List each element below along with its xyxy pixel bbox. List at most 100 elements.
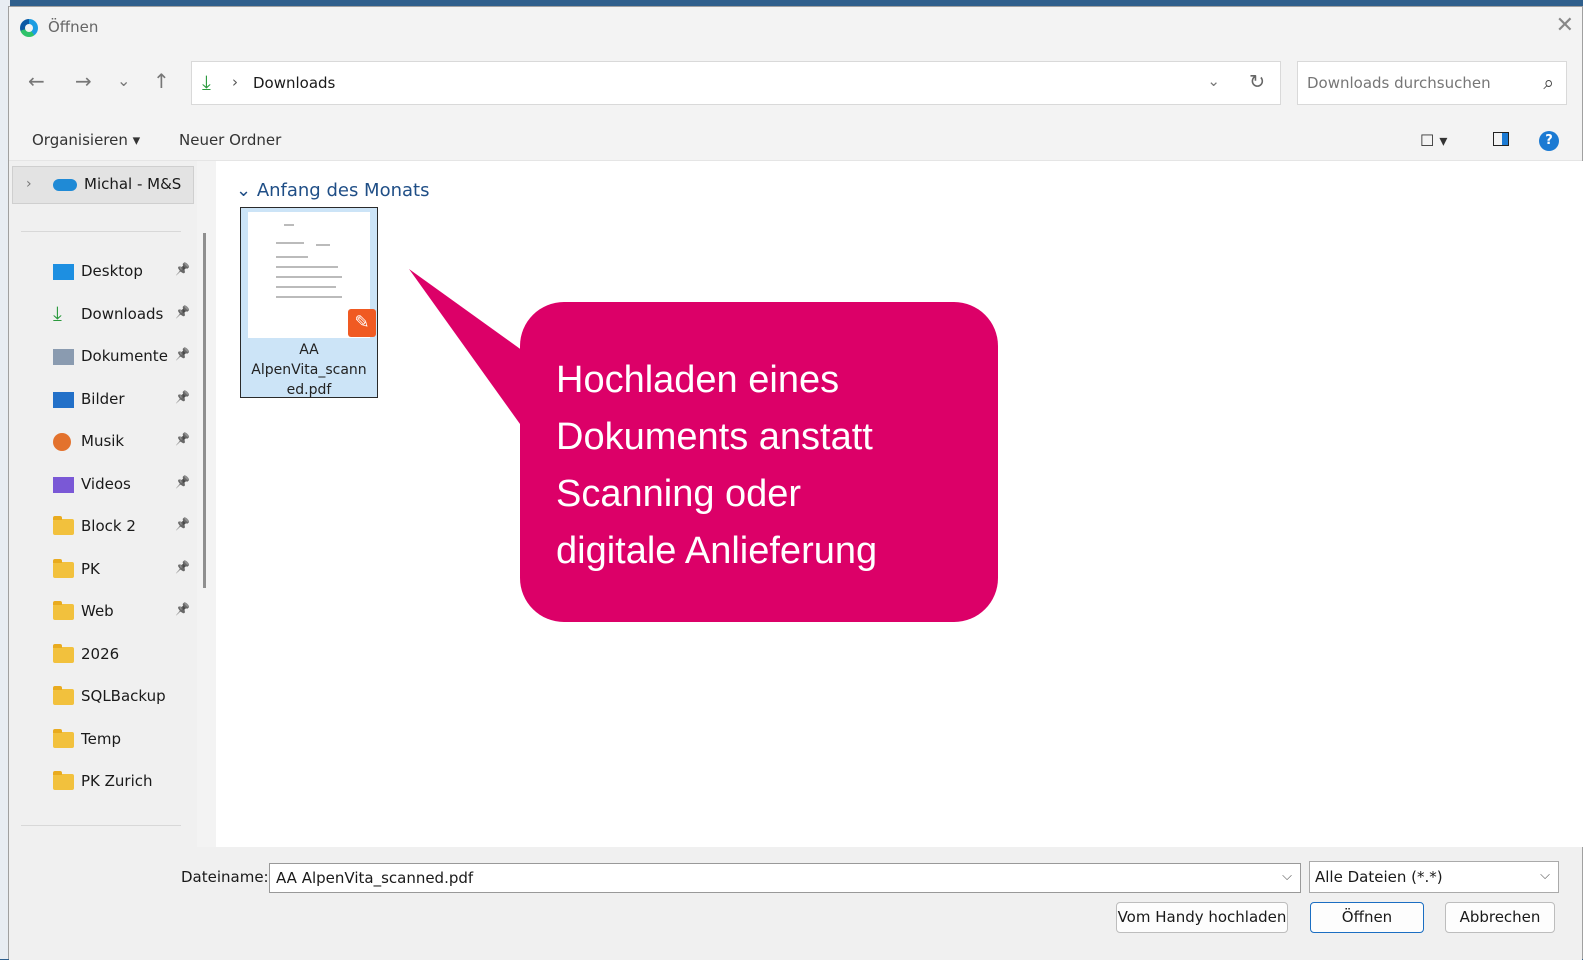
title-bar: Öffnen ✕	[9, 7, 1582, 47]
folder-icon	[53, 728, 74, 748]
sidebar-item-2026[interactable]: 2026	[9, 635, 197, 675]
forward-arrow-icon[interactable]: →	[75, 69, 92, 93]
sidebar-item-pk-zurich[interactable]: PK Zurich	[9, 762, 197, 802]
cancel-button[interactable]: Abbrechen	[1445, 902, 1555, 933]
sidebar-item-label: Block 2	[81, 517, 136, 535]
pin-icon[interactable]: 📌	[175, 305, 190, 319]
pin-icon[interactable]: 📌	[175, 517, 190, 531]
folder-icon	[53, 643, 74, 663]
sidebar-item-label: Web	[81, 602, 114, 620]
sidebar-item-label: Desktop	[81, 262, 143, 280]
file-type-select[interactable]: Alle Dateien (*.*) ⌵	[1309, 861, 1559, 893]
address-bar[interactable]: ⤓ › Downloads ⌄ ↻	[191, 61, 1281, 105]
sidebar-item-label: Michal - M&S	[84, 175, 182, 193]
open-button[interactable]: Öffnen	[1310, 902, 1424, 933]
command-bar: Organisieren ▾ Neuer Ordner ☐ ▾ ?	[9, 119, 1582, 161]
sidebar-scrollbar[interactable]	[203, 233, 206, 588]
filename-value: AA AlpenVita_scanned.pdf	[276, 869, 474, 887]
window-title: Öffnen	[48, 18, 99, 36]
sidebar-divider	[21, 825, 181, 826]
new-folder-button[interactable]: Neuer Ordner	[179, 131, 281, 149]
sidebar-item-onedrive[interactable]: › Michal - M&S	[12, 166, 194, 204]
sidebar-item-label: Temp	[81, 729, 121, 748]
videos-icon	[53, 476, 74, 493]
breadcrumb-downloads[interactable]: Downloads	[253, 74, 335, 92]
sidebar-item-desktop[interactable]: Desktop 📌	[9, 252, 197, 292]
callout-line: Scanning oder	[556, 473, 802, 515]
callout-pointer	[409, 269, 530, 438]
sidebar-item-videos[interactable]: Videos 📌	[9, 465, 197, 505]
annotation-callout: Hochladen eines Dokuments anstatt Scanni…	[520, 302, 998, 622]
folder-icon	[53, 516, 74, 535]
folder-shortcut-icon	[53, 558, 74, 578]
download-icon: ⤓	[53, 300, 62, 325]
address-history-chevron-icon[interactable]: ⌄	[1207, 72, 1220, 90]
chevron-down-icon[interactable]: ⌵	[1540, 868, 1550, 883]
sidebar-item-block-2[interactable]: Block 2 📌	[9, 507, 197, 547]
search-input[interactable]: Downloads durchsuchen	[1307, 74, 1491, 92]
sidebar-item-label: 2026	[81, 644, 120, 663]
chevron-down-icon[interactable]: ⌵	[1282, 869, 1292, 884]
folder-icon	[53, 771, 74, 790]
sidebar-item-downloads[interactable]: ⤓ Downloads 📌	[9, 295, 197, 335]
sidebar-item-sqlbackup[interactable]: SQLBackup	[9, 677, 197, 717]
pin-icon[interactable]: 📌	[175, 560, 190, 574]
upload-from-phone-button[interactable]: Vom Handy hochladen	[1116, 902, 1288, 933]
organize-menu-button[interactable]: Organisieren ▾	[32, 131, 140, 149]
sidebar-item-label: Dokumente	[81, 347, 168, 365]
sidebar-item-web[interactable]: Web 📌	[9, 592, 197, 632]
sidebar-item-bilder[interactable]: Bilder 📌	[9, 380, 197, 420]
desktop-icon	[53, 264, 74, 280]
file-item[interactable]: ✎ AA AlpenVita_scann ed.pdf	[240, 207, 378, 398]
pin-icon[interactable]: 📌	[175, 602, 190, 616]
breadcrumb-separator: ›	[232, 73, 238, 91]
sidebar-item-dokumente[interactable]: Dokumente 📌	[9, 337, 197, 377]
folder-icon	[53, 601, 74, 620]
group-header-label: Anfang des Monats	[256, 180, 430, 201]
sidebar-item-temp[interactable]: Temp	[9, 720, 197, 760]
sidebar-item-label: Videos	[81, 474, 131, 493]
help-icon[interactable]: ?	[1539, 131, 1559, 151]
dialog-footer: Dateiname: AA AlpenVita_scanned.pdf ⌵ Al…	[9, 847, 1582, 960]
view-options-icon[interactable]: ☐ ▾	[1420, 131, 1447, 150]
sidebar-item-label: Bilder	[81, 389, 125, 408]
pictures-icon	[53, 391, 74, 408]
sidebar-item-label: Downloads	[81, 304, 164, 323]
filename-label: Dateiname:	[181, 868, 269, 886]
pin-icon[interactable]: 📌	[175, 475, 190, 489]
pin-icon[interactable]: 📌	[175, 347, 190, 361]
filename-field[interactable]: AA AlpenVita_scanned.pdf ⌵	[269, 863, 1301, 893]
callout-line: Dokuments anstatt	[556, 416, 873, 458]
sidebar-item-musik[interactable]: Musik 📌	[9, 422, 197, 462]
callout-line: Hochladen eines	[556, 359, 840, 401]
cloud-icon	[53, 179, 77, 191]
music-icon	[53, 433, 71, 451]
refresh-icon[interactable]: ↻	[1249, 71, 1265, 93]
search-box[interactable]: Downloads durchsuchen ⌕	[1297, 61, 1567, 105]
close-icon[interactable]: ✕	[1556, 13, 1574, 38]
documents-icon	[53, 349, 74, 365]
recent-locations-chevron-icon[interactable]: ⌄	[117, 71, 130, 90]
folder-icon	[53, 686, 74, 705]
sidebar-item-label: SQLBackup	[81, 687, 166, 705]
file-type-value: Alle Dateien (*.*)	[1315, 868, 1443, 886]
back-arrow-icon[interactable]: ←	[28, 69, 45, 93]
pdf-app-icon: ✎	[348, 309, 376, 337]
pin-icon[interactable]: 📌	[175, 432, 190, 446]
callout-line: digitale Anlieferung	[556, 530, 878, 572]
file-name-label: AA AlpenVita_scann ed.pdf	[251, 342, 367, 398]
search-icon[interactable]: ⌕	[1543, 72, 1554, 94]
callout-text: Hochladen eines Dokuments anstatt Scanni…	[556, 352, 986, 580]
sidebar-item-pk[interactable]: PK 📌	[9, 550, 197, 590]
download-icon: ⤓	[202, 70, 211, 94]
navigation-pane: › Michal - M&S Desktop 📌 ⤓ Downloads 📌 Dokume…	[9, 161, 197, 847]
pin-icon[interactable]: 📌	[175, 390, 190, 404]
sidebar-divider	[21, 231, 181, 232]
pin-icon[interactable]: 📌	[175, 262, 190, 276]
sidebar-item-label: PK Zurich	[81, 772, 153, 790]
sidebar-item-label: PK	[81, 559, 100, 578]
preview-pane-icon[interactable]	[1493, 132, 1509, 146]
expand-chevron-icon[interactable]: ›	[26, 176, 32, 192]
up-arrow-icon[interactable]: ↑	[153, 69, 170, 93]
group-header[interactable]: ⌄ Anfang des Monats	[236, 180, 429, 201]
